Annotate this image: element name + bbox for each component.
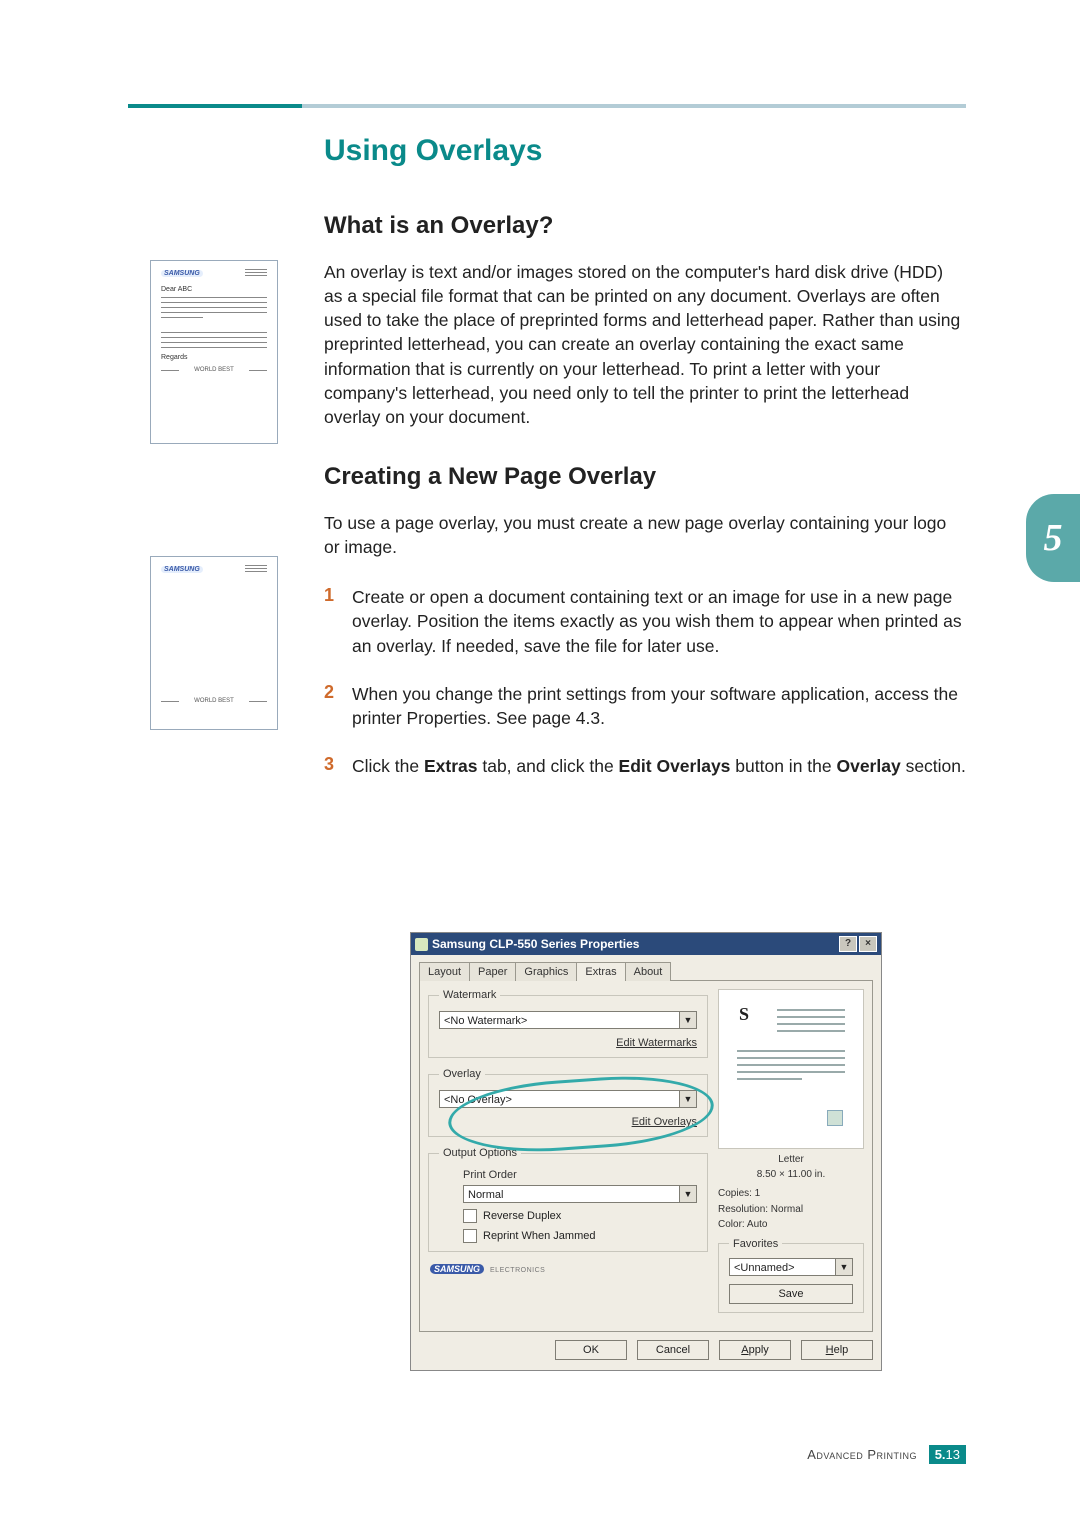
ok-button[interactable]: OK (555, 1340, 627, 1360)
edit-watermarks-button[interactable]: Edit Watermarks (616, 1037, 697, 1049)
paper-name: Letter (718, 1153, 864, 1166)
footer-section: Advanced Printing (807, 1447, 917, 1462)
regards-text: Regards (161, 354, 267, 361)
dialog-titlebar[interactable]: Samsung CLP-550 Series Properties ? × (411, 933, 881, 955)
overlay-value: <No Overlay> (439, 1090, 680, 1108)
tab-extras[interactable]: Extras (576, 962, 625, 981)
help-button[interactable]: Help (801, 1340, 873, 1360)
dialog-panel: Watermark <No Watermark> ▼ Edit Watermar… (419, 980, 873, 1332)
chevron-down-icon[interactable]: ▼ (836, 1258, 853, 1276)
printer-icon (415, 938, 428, 951)
watermark-value: <No Watermark> (439, 1011, 680, 1029)
step-text: Create or open a document containing tex… (352, 585, 966, 657)
step-number: 2 (324, 682, 352, 730)
dialog-title: Samsung CLP-550 Series Properties (432, 937, 639, 951)
vendor-subtext: ELECTRONICS (490, 1267, 545, 1274)
overlay-select[interactable]: <No Overlay> ▼ (439, 1090, 697, 1108)
header-rule (128, 104, 966, 108)
info-copies: Copies: 1 (718, 1187, 864, 1201)
favorites-value: <Unnamed> (729, 1258, 836, 1276)
chapter-tab: 5 (1026, 494, 1080, 582)
header-lines-icon (245, 269, 267, 278)
preview-letter-icon: S (739, 1004, 749, 1025)
dialog-button-row: OK Cancel Apply Help (411, 1340, 881, 1370)
paragraph-creating: To use a page overlay, you must create a… (324, 511, 966, 559)
apply-button[interactable]: Apply (719, 1340, 791, 1360)
cancel-button[interactable]: Cancel (637, 1340, 709, 1360)
watermark-legend: Watermark (439, 989, 500, 1001)
favorites-legend: Favorites (729, 1238, 782, 1250)
subheading-creating: Creating a New Page Overlay (324, 463, 966, 491)
edit-overlays-button[interactable]: Edit Overlays (632, 1116, 697, 1128)
favorites-group: Favorites <Unnamed> ▼ Save (718, 1238, 864, 1313)
paragraph-intro: An overlay is text and/or images stored … (324, 260, 966, 429)
reverse-duplex-checkbox[interactable]: Reverse Duplex (463, 1209, 697, 1223)
footer-text: WORLD BEST (161, 698, 267, 704)
dialog-tabs: Layout Paper Graphics Extras About (411, 955, 881, 980)
tab-about[interactable]: About (625, 962, 672, 981)
illustration-letterhead-filled: SAMSUNG Dear ABC Regards WORLD BEST (150, 260, 278, 444)
overlay-group: Overlay <No Overlay> ▼ Edit Overlays (428, 1068, 708, 1137)
tab-paper[interactable]: Paper (469, 962, 516, 981)
tab-graphics[interactable]: Graphics (515, 962, 577, 981)
content-column: Using Overlays What is an Overlay? An ov… (324, 134, 966, 802)
illustration-letterhead-blank: SAMSUNG WORLD BEST (150, 556, 278, 730)
close-button[interactable]: × (859, 936, 877, 952)
step-3: 3 Click the Extras tab, and click the Ed… (324, 754, 966, 778)
step-2: 2 When you change the print settings fro… (324, 682, 966, 730)
print-order-label: Print Order (463, 1169, 697, 1181)
samsung-logo: SAMSUNG (161, 566, 203, 573)
chevron-down-icon[interactable]: ▼ (680, 1011, 697, 1029)
dear-text: Dear ABC (161, 286, 267, 293)
help-button[interactable]: ? (839, 936, 857, 952)
output-legend: Output Options (439, 1147, 521, 1159)
section-heading: Using Overlays (324, 134, 966, 168)
favorites-select[interactable]: <Unnamed> ▼ (729, 1258, 853, 1276)
checkbox-icon (463, 1209, 477, 1223)
print-order-value: Normal (463, 1185, 680, 1203)
reprint-when-jammed-checkbox[interactable]: Reprint When Jammed (463, 1229, 697, 1243)
preview-image-icon (827, 1110, 843, 1126)
header-lines-icon (245, 565, 267, 574)
info-color: Color: Auto (718, 1218, 864, 1232)
step-text: Click the Extras tab, and click the Edit… (352, 754, 966, 778)
watermark-select[interactable]: <No Watermark> ▼ (439, 1011, 697, 1029)
samsung-logo: SAMSUNG (161, 270, 203, 277)
vendor-branding: SAMSUNG ELECTRONICS (428, 1262, 708, 1274)
output-options-group: Output Options Print Order Normal ▼ Reve… (428, 1147, 708, 1252)
numbered-steps: 1 Create or open a document containing t… (324, 585, 966, 778)
step-number: 3 (324, 754, 352, 778)
watermark-group: Watermark <No Watermark> ▼ Edit Watermar… (428, 989, 708, 1058)
checkbox-icon (463, 1229, 477, 1243)
step-number: 1 (324, 585, 352, 657)
step-text: When you change the print settings from … (352, 682, 966, 730)
checkbox-label: Reverse Duplex (483, 1210, 561, 1222)
subheading-what-is: What is an Overlay? (324, 212, 966, 240)
info-resolution: Resolution: Normal (718, 1203, 864, 1217)
checkbox-label: Reprint When Jammed (483, 1230, 596, 1242)
chevron-down-icon[interactable]: ▼ (680, 1185, 697, 1203)
tab-layout[interactable]: Layout (419, 962, 470, 981)
step-1: 1 Create or open a document containing t… (324, 585, 966, 657)
page-footer: Advanced Printing 5.13 (0, 1445, 966, 1464)
footer-page-chip: 5.13 (929, 1445, 966, 1464)
document-page: 5 SAMSUNG Dear ABC Regards WORLD BEST SA… (0, 0, 1080, 1526)
printer-properties-dialog: Samsung CLP-550 Series Properties ? × La… (410, 932, 882, 1371)
samsung-logo: SAMSUNG (430, 1264, 484, 1274)
page-preview: S (718, 989, 864, 1149)
overlay-legend: Overlay (439, 1068, 485, 1080)
footer-text: WORLD BEST (161, 367, 267, 373)
paper-size: 8.50 × 11.00 in. (718, 1168, 864, 1181)
chevron-down-icon[interactable]: ▼ (680, 1090, 697, 1108)
print-order-select[interactable]: Normal ▼ (463, 1185, 697, 1203)
save-favorite-button[interactable]: Save (729, 1284, 853, 1304)
